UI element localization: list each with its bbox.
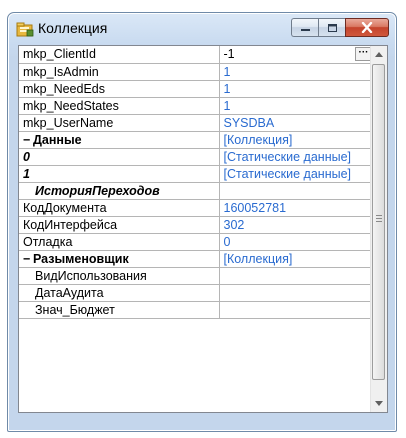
collapse-toggle-icon[interactable]: − (23, 251, 33, 267)
category-name[interactable]: − Данные (19, 131, 220, 149)
property-row[interactable]: − Данные [Коллекция] (19, 131, 373, 149)
scroll-up-button[interactable] (371, 46, 387, 63)
property-value-text: 160052781 (223, 200, 287, 215)
property-row[interactable]: 0 [Статические данные] (19, 148, 373, 166)
property-value[interactable]: -1 ··· (219, 46, 373, 64)
property-name[interactable]: 0 (19, 148, 220, 166)
property-value-text: [Статические данные] (223, 166, 352, 181)
property-name[interactable]: mkp_ClientId (19, 46, 220, 64)
collapse-toggle-icon[interactable]: − (23, 132, 33, 148)
property-value[interactable]: 160052781 (219, 199, 373, 217)
scroll-up-arrow-icon (375, 52, 383, 57)
property-name[interactable]: КодДокумента (19, 199, 220, 217)
maximize-icon (327, 23, 337, 32)
property-value[interactable]: [Статические данные] (219, 148, 373, 166)
property-row[interactable]: mkp_UserName SYSDBA (19, 114, 373, 132)
property-value[interactable]: SYSDBA (219, 114, 373, 132)
property-value-text: 1 (223, 81, 231, 96)
property-name[interactable]: КодИнтерфейса (19, 216, 220, 234)
property-value-text: [Коллекция] (223, 251, 293, 266)
scroll-grip-icon (376, 215, 382, 222)
window-controls (291, 18, 389, 38)
property-row[interactable]: Отладка 0 (19, 233, 373, 251)
property-name[interactable]: ИсторияПереходов (19, 182, 220, 200)
property-row[interactable]: Знач_Бюджет (19, 301, 373, 319)
property-name[interactable]: ДатаАудита (19, 284, 220, 302)
property-value[interactable]: 0 (219, 233, 373, 251)
property-row[interactable]: ИсторияПереходов (19, 182, 373, 200)
property-row[interactable]: 1 [Статические данные] (19, 165, 373, 183)
window-title: Коллекция (38, 20, 108, 36)
property-value-text: 302 (223, 217, 245, 232)
property-value-text: [Статические данные] (223, 149, 352, 164)
property-name[interactable]: mkp_NeedEds (19, 80, 220, 98)
property-value-text: 1 (223, 98, 231, 113)
property-name[interactable]: ВидИспользования (19, 267, 220, 285)
property-name[interactable]: mkp_IsAdmin (19, 63, 220, 81)
property-row[interactable]: − Разыменовщик [Коллекция] (19, 250, 373, 268)
property-value[interactable]: [Коллекция] (219, 131, 373, 149)
property-value-text: [Коллекция] (223, 132, 293, 147)
property-value-text: SYSDBA (223, 115, 275, 130)
property-grid: mkp_ClientId -1 ··· mkp_IsAdmin 1 mkp_NeedEds… (18, 45, 388, 413)
property-table: mkp_ClientId -1 ··· mkp_IsAdmin 1 mkp_NeedEds… (19, 46, 373, 319)
property-name[interactable]: mkp_NeedStates (19, 97, 220, 115)
property-value-text: 1 (223, 64, 231, 79)
minimize-button[interactable] (291, 18, 318, 37)
category-label: Данные (33, 132, 82, 147)
vertical-scrollbar[interactable] (370, 46, 387, 412)
scroll-thumb[interactable] (372, 64, 385, 380)
property-value[interactable] (219, 182, 373, 200)
minimize-icon (300, 28, 310, 31)
property-row[interactable]: ВидИспользования (19, 267, 373, 285)
property-value[interactable] (219, 267, 373, 285)
property-row[interactable]: ДатаАудита (19, 284, 373, 302)
property-row[interactable]: mkp_NeedStates 1 (19, 97, 373, 115)
title-bar[interactable]: Коллекция (8, 13, 396, 43)
property-name[interactable]: mkp_UserName (19, 114, 220, 132)
status-bar (18, 415, 388, 427)
property-row[interactable]: КодИнтерфейса 302 (19, 216, 373, 234)
category-name[interactable]: − Разыменовщик (19, 250, 220, 268)
property-value[interactable]: 1 (219, 80, 373, 98)
property-row[interactable]: mkp_IsAdmin 1 (19, 63, 373, 81)
property-value[interactable]: [Коллекция] (219, 250, 373, 268)
close-button[interactable] (345, 18, 389, 37)
folder-collection-icon (16, 22, 34, 37)
property-name[interactable]: 1 (19, 165, 220, 183)
property-row[interactable]: mkp_NeedEds 1 (19, 80, 373, 98)
property-value[interactable]: 1 (219, 97, 373, 115)
maximize-button[interactable] (318, 18, 345, 37)
property-value[interactable] (219, 284, 373, 302)
close-icon (361, 22, 373, 33)
property-row[interactable]: mkp_ClientId -1 ··· (19, 46, 373, 64)
category-label: Разыменовщик (33, 251, 129, 266)
property-name[interactable]: Отладка (19, 233, 220, 251)
property-name[interactable]: Знач_Бюджет (19, 301, 220, 319)
property-value-text: 0 (223, 234, 231, 249)
property-value[interactable] (219, 301, 373, 319)
property-value-text: -1 (223, 47, 235, 62)
property-value[interactable]: 302 (219, 216, 373, 234)
property-value[interactable]: 1 (219, 63, 373, 81)
property-value[interactable]: [Статические данные] (219, 165, 373, 183)
property-row[interactable]: КодДокумента 160052781 (19, 199, 373, 217)
scroll-down-button[interactable] (371, 395, 387, 412)
scroll-down-arrow-icon (375, 401, 383, 406)
collection-window: Коллекция mkp_ClientId -1 ··· mkp_IsAdmi… (7, 12, 397, 432)
